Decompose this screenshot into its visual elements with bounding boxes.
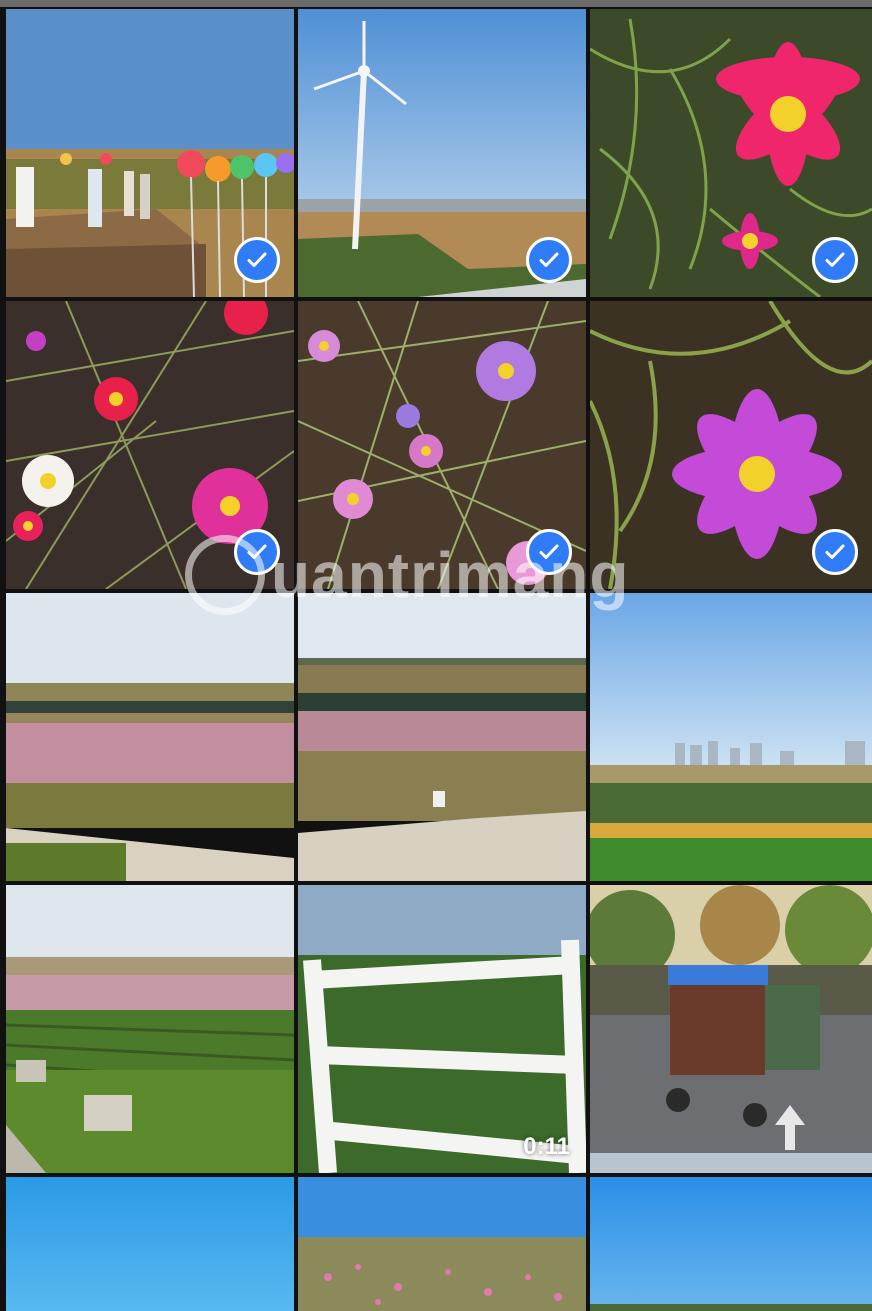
photo-pinwheel-deck[interactable] bbox=[6, 9, 294, 297]
selected-checkmark-icon[interactable] bbox=[234, 237, 280, 283]
photo-wind-turbine[interactable] bbox=[298, 9, 586, 297]
photo-pedal-carts[interactable] bbox=[590, 885, 872, 1173]
photo-sky-horizon[interactable] bbox=[590, 1177, 872, 1311]
photo-grid: 0:11 bbox=[0, 0, 872, 1311]
photo-mixed-cosmos[interactable] bbox=[6, 301, 294, 589]
photo-pink-cosmos[interactable] bbox=[590, 9, 872, 297]
photo-field-cypress-2[interactable] bbox=[298, 593, 586, 881]
selected-checkmark-icon[interactable] bbox=[812, 237, 858, 283]
photo-blue-sky[interactable] bbox=[6, 1177, 294, 1311]
photo-city-skyline-field[interactable] bbox=[590, 593, 872, 881]
photo-field-cypress-1[interactable] bbox=[6, 593, 294, 881]
selected-checkmark-icon[interactable] bbox=[526, 237, 572, 283]
video-white-fence[interactable]: 0:11 bbox=[298, 885, 586, 1173]
selected-checkmark-icon[interactable] bbox=[526, 529, 572, 575]
photo-farm-rows[interactable] bbox=[6, 885, 294, 1173]
photo-magenta-cosmos[interactable] bbox=[590, 301, 872, 589]
photo-previous-row[interactable] bbox=[0, 0, 872, 7]
photo-flower-meadow[interactable] bbox=[298, 1177, 586, 1311]
selected-checkmark-icon[interactable] bbox=[234, 529, 280, 575]
photo-lilac-cosmos-bush[interactable] bbox=[298, 301, 586, 589]
video-duration-label: 0:11 bbox=[523, 1133, 570, 1160]
selected-checkmark-icon[interactable] bbox=[812, 529, 858, 575]
